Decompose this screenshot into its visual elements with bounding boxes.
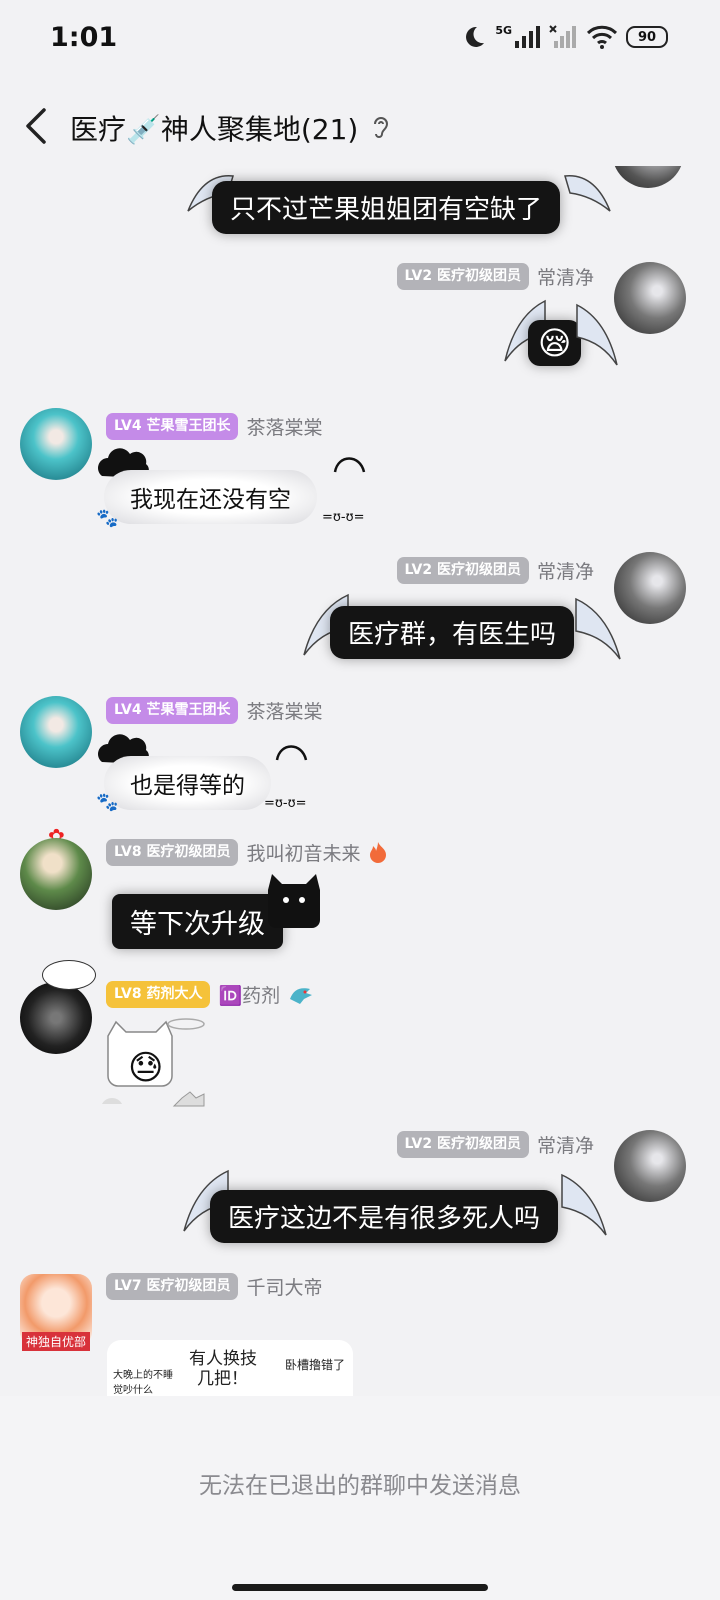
speech-cloud-decoration	[42, 960, 96, 990]
sender-meta: LV2 医疗初级团员 常清净	[396, 556, 594, 584]
cat-face-text: =ʊ-ʊ=	[264, 796, 307, 811]
emoji-sticker[interactable]: 😓	[128, 1048, 163, 1088]
message-item: LV8 药剂大人 🆔药剂 😓	[0, 960, 720, 1116]
avatar[interactable]	[612, 166, 684, 188]
message-item: LV2 医疗初级团员 常清净 😪	[0, 256, 720, 386]
comic-image[interactable]: 大晚上的不睡觉吵什么 有人换技 几把！ 卧槽撸错了	[107, 1340, 353, 1396]
sender-name[interactable]: 茶落棠棠	[246, 413, 322, 440]
level-badge: LV4 芒果雪王团长	[106, 412, 239, 440]
message-list[interactable]: 只不过芒果姐姐团有空缺了 LV2 医疗初级团员 常清净 😪 LV4 芒果雪王团长…	[0, 166, 720, 1396]
level-badge: LV2 医疗初级团员	[396, 262, 529, 290]
wing-decoration-icon	[576, 303, 618, 366]
comic-text: 大晚上的不睡觉吵什么	[113, 1370, 173, 1396]
level-badge: LV2 医疗初级团员	[396, 556, 529, 584]
message-bubble[interactable]: 也是得等的	[104, 756, 271, 810]
group-title[interactable]: 医疗💉神人聚集地(21)	[70, 108, 358, 148]
status-time: 1:01	[50, 22, 118, 53]
avatar[interactable]	[614, 1130, 686, 1202]
ear-outline-icon	[275, 745, 308, 761]
cat-sticker-icon	[268, 874, 320, 928]
input-area: 无法在已退出的群聊中发送消息	[0, 1396, 720, 1600]
dragon-icon	[290, 988, 313, 1004]
avatar[interactable]	[20, 982, 92, 1054]
wifi-icon	[586, 25, 618, 49]
avatar[interactable]	[20, 408, 92, 480]
wing-decoration-icon	[575, 597, 621, 660]
comic-text: 几把！	[197, 1369, 248, 1389]
message-item: LV2 医疗初级团员 常清净 医疗这边不是有很多死人吗	[0, 1126, 720, 1256]
sender-name[interactable]: 常清净	[537, 1131, 594, 1158]
level-badge: LV7 医疗初级团员	[106, 1272, 239, 1300]
comic-text: 卧槽撸错了	[285, 1358, 346, 1372]
sender-name[interactable]: 常清净	[537, 263, 594, 290]
sender-name[interactable]: 我叫初音未来	[246, 839, 360, 866]
avatar[interactable]	[20, 696, 92, 768]
message-item: LV4 芒果雪王团长 茶落棠棠 也是得等的 🐾 =ʊ-ʊ=	[0, 690, 720, 820]
emoji-sticker: 😪	[538, 324, 572, 362]
avatar-tag: 神独自优部	[22, 1332, 91, 1351]
sender-meta: LV2 医疗初级团员 常清净	[396, 262, 594, 290]
sender-name[interactable]: 茶落棠棠	[246, 697, 322, 724]
message-item: 只不过芒果姐姐团有空缺了	[0, 166, 720, 236]
chat-header: 医疗💉神人聚集地(21)	[0, 88, 720, 166]
ear-icon[interactable]	[372, 114, 390, 140]
sender-meta: LV4 芒果雪王团长 茶落棠棠	[106, 412, 322, 440]
sender-meta: LV8 医疗初级团员 我叫初音未来	[106, 838, 388, 866]
message-bubble[interactable]: 医疗群，有医生吗	[330, 606, 575, 659]
message-item: LV2 医疗初级团员 常清净 医疗群，有医生吗	[0, 550, 720, 670]
wing-decoration-icon	[564, 175, 611, 212]
sender-meta: LV8 药剂大人 🆔药剂	[106, 980, 314, 1008]
paw-decoration: 🐾	[96, 508, 119, 529]
status-icons: 5G 90	[461, 22, 668, 52]
level-badge: LV4 芒果雪王团长	[106, 696, 239, 724]
avatar[interactable]	[20, 838, 92, 910]
flame-icon	[370, 842, 387, 863]
level-badge: LV8 医疗初级团员	[106, 838, 239, 866]
sender-meta: LV7 医疗初级团员 千司大帝	[106, 1272, 322, 1300]
signal-off-icon	[549, 25, 576, 48]
back-arrow-icon[interactable]	[22, 106, 52, 146]
message-bubble[interactable]: 只不过芒果姐姐团有空缺了	[212, 181, 561, 234]
wing-decoration-icon	[561, 1173, 607, 1236]
disabled-notice: 无法在已退出的群聊中发送消息	[199, 1473, 521, 1499]
sender-name[interactable]: 千司大帝	[246, 1273, 322, 1300]
level-badge: LV2 医疗初级团员	[396, 1130, 529, 1158]
home-indicator[interactable]	[232, 1584, 488, 1591]
battery-indicator: 90	[626, 26, 668, 48]
sender-meta: LV4 芒果雪王团长 茶落棠棠	[106, 696, 322, 724]
sender-name[interactable]: 常清净	[537, 557, 594, 584]
message-item: LV4 芒果雪王团长 茶落棠棠 我现在还没有空 🐾 =ʊ-ʊ=	[0, 406, 720, 536]
status-bar: 1:01 5G 90	[0, 0, 720, 80]
message-bubble[interactable]: 等下次升级	[112, 894, 283, 949]
message-item: ✿ LV8 医疗初级团员 我叫初音未来 等下次升级	[0, 824, 720, 950]
paw-decoration: 🐾	[96, 792, 119, 813]
sender-meta: LV2 医疗初级团员 常清净	[396, 1130, 594, 1158]
signal-icon	[515, 26, 540, 48]
level-badge: LV8 药剂大人	[106, 980, 211, 1008]
network-label: 5G	[495, 23, 512, 37]
cat-face-text: =ʊ-ʊ=	[322, 510, 365, 525]
sender-name[interactable]: 🆔药剂	[218, 981, 280, 1008]
ear-outline-icon	[333, 457, 366, 473]
message-bubble[interactable]: 医疗这边不是有很多死人吗	[210, 1190, 559, 1243]
message-bubble[interactable]: 我现在还没有空	[104, 470, 317, 524]
avatar[interactable]	[614, 262, 686, 334]
moon-icon	[466, 26, 485, 47]
